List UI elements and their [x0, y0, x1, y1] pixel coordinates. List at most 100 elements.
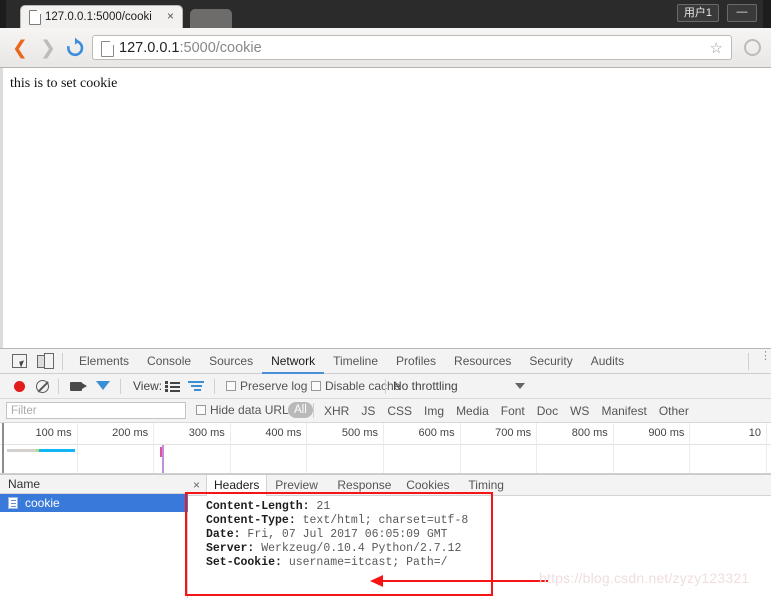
tab-security[interactable]: Security [520, 349, 581, 374]
toolbar-divider [62, 353, 63, 370]
filter-type-media[interactable]: Media [450, 403, 495, 419]
view-label: View: [133, 379, 163, 393]
devtools-tab-list: Elements Console Sources Network Timeline Pro… [70, 349, 633, 374]
tab-title: 127.0.0.1:5000/cooki [45, 11, 152, 23]
filter-type-img[interactable]: Img [418, 403, 450, 419]
response-header-row: Set-Cookie: username=itcast; Path=/ [206, 556, 771, 570]
address-bar[interactable]: 127.0.0.1:5000/cookie ☆ [92, 35, 732, 60]
detail-tab-cookies[interactable]: Cookies [399, 475, 456, 495]
capture-screenshots-icon[interactable] [70, 382, 87, 391]
response-header-row: Date: Fri, 07 Jul 2017 06:05:09 GMT [206, 528, 771, 542]
timeline-tick-label: 700 ms [495, 427, 532, 439]
filter-input[interactable] [6, 402, 186, 419]
preserve-log-checkbox[interactable] [226, 381, 236, 391]
header-name: Content-Type: [206, 514, 303, 527]
url-host: 127.0.0.1 [119, 40, 180, 56]
annotation-arrow-line [380, 580, 548, 582]
reload-icon[interactable] [64, 37, 86, 59]
overview-bar-download [39, 449, 75, 452]
response-header-row: Content-Length: 21 [206, 500, 771, 514]
toolbar-divider [313, 403, 314, 418]
response-header-row: Content-Type: text/html; charset=utf-8 [206, 514, 771, 528]
filter-type-other[interactable]: Other [653, 403, 695, 419]
tab-sources[interactable]: Sources [200, 349, 262, 374]
header-name: Server: [206, 542, 262, 555]
list-view-icon[interactable] [165, 381, 180, 392]
tab-audits[interactable]: Audits [582, 349, 633, 374]
close-icon[interactable]: × [193, 478, 200, 493]
filter-type-font[interactable]: Font [495, 403, 531, 419]
detail-tab-timing[interactable]: Timing [461, 475, 511, 495]
disable-cache-label: Disable cache [325, 379, 401, 393]
network-overview[interactable]: 100 ms 200 ms 300 ms 400 ms 500 ms 600 ms 700 … [0, 423, 771, 475]
network-filter-bar: Hide data URLs All XHRJSCSSImgMediaFontD… [0, 399, 771, 423]
tab-network[interactable]: Network [262, 349, 325, 374]
toolbar-divider [120, 379, 121, 394]
disable-cache-checkbox[interactable] [311, 381, 321, 391]
browser-tab[interactable]: 127.0.0.1:5000/cooki × [20, 5, 183, 28]
forward-icon[interactable]: ❯ [38, 38, 58, 58]
header-value: text/html; charset=utf-8 [302, 514, 469, 527]
filter-type-list: XHR JS CSS Img Media Font Doc WS Manifest Other [318, 403, 695, 419]
timeline-left-handle[interactable] [2, 423, 4, 474]
filter-type-css[interactable]: CSS [381, 403, 418, 419]
tab-console[interactable]: Console [138, 349, 200, 374]
toolbar-divider [58, 379, 59, 394]
filter-icon[interactable] [96, 381, 110, 402]
request-name: cookie [25, 496, 60, 510]
request-list-header[interactable]: Name [0, 475, 188, 494]
header-name: Content-Length: [206, 500, 317, 513]
clear-button[interactable] [36, 380, 49, 393]
filter-type-ws[interactable]: WS [564, 403, 595, 419]
inspect-element-icon[interactable] [12, 354, 27, 368]
window-right-edge [763, 0, 771, 28]
preserve-log-label: Preserve log [240, 379, 308, 393]
throttling-select[interactable]: No throttling [393, 379, 458, 394]
waterfall-view-icon[interactable] [188, 381, 204, 392]
timeline-gridline [306, 423, 308, 474]
detail-tab-response[interactable]: Response [330, 475, 398, 495]
new-tab-button[interactable] [190, 9, 232, 28]
tab-profiles[interactable]: Profiles [387, 349, 445, 374]
chevron-down-icon[interactable] [515, 383, 525, 389]
tab-close-icon[interactable]: × [167, 9, 174, 24]
hide-data-urls-checkbox[interactable] [196, 405, 206, 415]
devtools-more-icon[interactable]: ⋮ [760, 351, 771, 369]
url-path: :5000/cookie [179, 40, 262, 56]
filter-type-doc[interactable]: Doc [531, 403, 564, 419]
header-value: username=itcast; Path=/ [288, 556, 448, 569]
back-icon[interactable]: ❮ [10, 38, 30, 58]
filter-type-manifest[interactable]: Manifest [595, 403, 652, 419]
devtools-panel: Elements Console Sources Network Timeline Pro… [0, 348, 771, 598]
browser-toolbar: ❮ ❯ 127.0.0.1:5000/cookie ☆ [0, 28, 771, 68]
timeline-tick-label: 200 ms [112, 427, 149, 439]
user-profile-label[interactable]: 用户1 [676, 4, 719, 22]
timeline-gridline [383, 423, 384, 474]
timeline-tick-label: 300 ms [188, 427, 225, 439]
bookmark-star-icon[interactable]: ☆ [710, 40, 723, 57]
table-row[interactable]: cookie [0, 494, 188, 512]
timeline-tick-label: 100 ms [35, 427, 72, 439]
window-titlebar: 127.0.0.1:5000/cooki × 用户1 — [0, 0, 771, 28]
filter-type-all[interactable]: All [288, 402, 313, 418]
page-info-icon[interactable] [101, 41, 114, 57]
viewport-left-gutter [0, 68, 3, 348]
detail-tab-preview[interactable]: Preview [268, 475, 325, 495]
device-toolbar-icon[interactable] [37, 353, 54, 369]
load-event-marker [162, 445, 164, 474]
browser-menu-icon[interactable] [744, 39, 761, 56]
detail-tabbar: × Headers Preview Response Cookies Timing [188, 475, 771, 496]
page-icon [29, 10, 41, 25]
tab-resources[interactable]: Resources [445, 349, 520, 374]
device-icon-tablet [44, 353, 54, 369]
toolbar-divider [385, 379, 386, 394]
filter-type-js[interactable]: JS [355, 403, 381, 419]
timeline-gridline [766, 423, 767, 474]
detail-tab-headers[interactable]: Headers [206, 475, 268, 496]
toolbar-divider-right [748, 353, 749, 370]
tab-elements[interactable]: Elements [70, 349, 138, 374]
window-minimize-button[interactable]: — [727, 4, 757, 22]
filter-type-xhr[interactable]: XHR [318, 403, 355, 419]
tab-timeline[interactable]: Timeline [324, 349, 387, 374]
record-button[interactable] [14, 381, 25, 392]
